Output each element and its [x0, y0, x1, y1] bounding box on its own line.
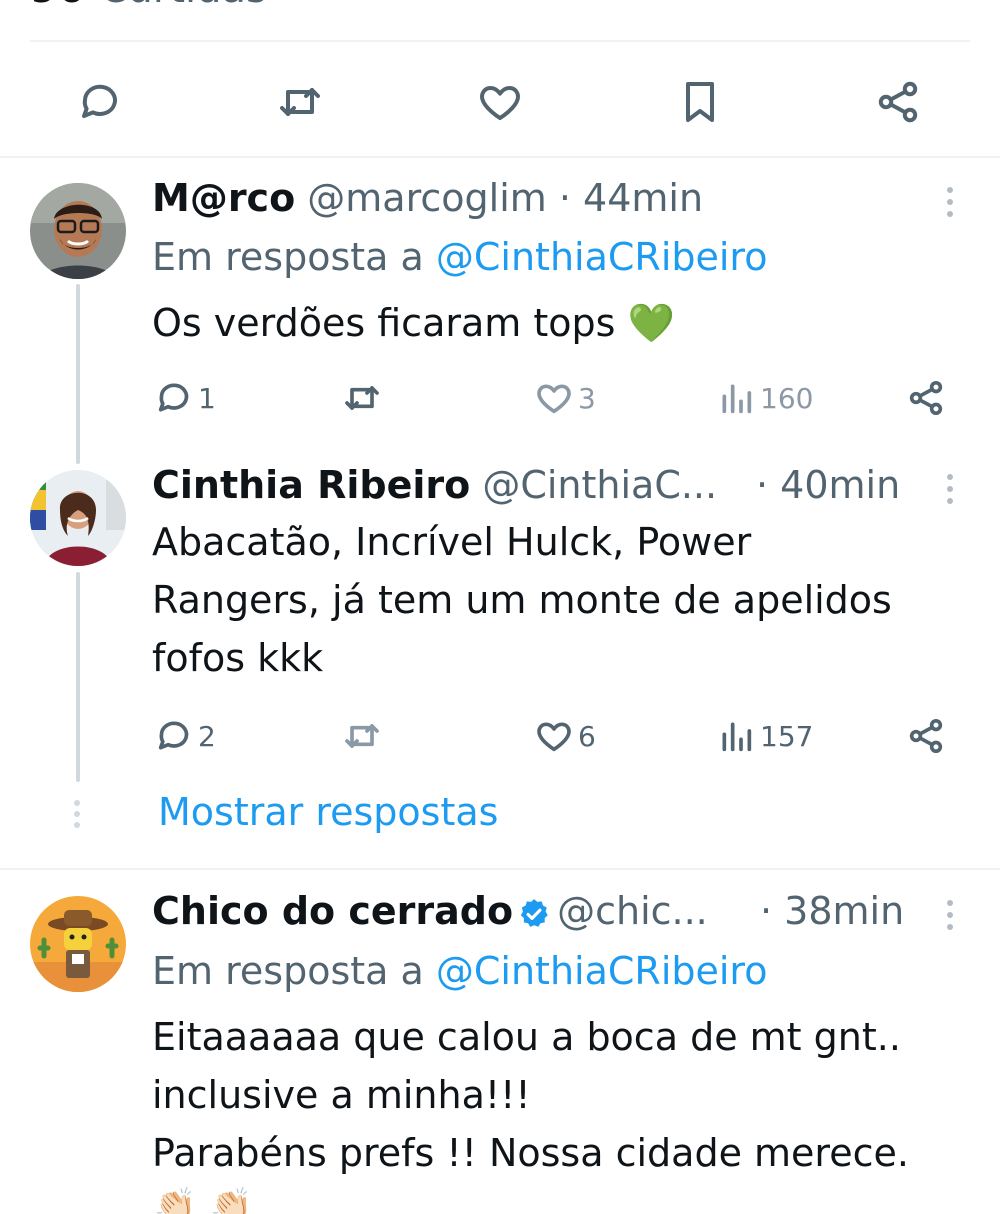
like-count: 3 — [578, 381, 596, 415]
thread-line — [76, 284, 80, 464]
retweet-button[interactable] — [342, 712, 386, 760]
tweet-line: Rangers, já tem um monte de apelidos — [152, 578, 892, 622]
clapping-hands-emoji: 👏🏻 — [210, 1186, 253, 1214]
reply-to-handle[interactable]: @CinthiaCRibeiro — [436, 949, 768, 993]
more-options-button[interactable] — [940, 182, 960, 222]
reply-icon — [158, 383, 189, 412]
author-handle[interactable]: @CinthiaC... — [482, 463, 717, 507]
reply-prefix: Em resposta a — [152, 235, 436, 279]
thread-continuation-dots — [74, 800, 80, 828]
likes-count-stat[interactable]: 90 Curtidas — [30, 0, 267, 12]
clapping-hands-emoji: 👏🏻 — [154, 1186, 197, 1214]
views-icon — [722, 384, 752, 414]
share-icon — [909, 719, 943, 753]
tweet-text: Eitaaaaaa que calou a boca de mt gnt.. i… — [152, 1008, 962, 1182]
main-tweet-action-bar — [0, 60, 1000, 140]
show-replies-link[interactable]: Mostrar respostas — [158, 790, 498, 834]
reply-button[interactable]: 2 — [154, 712, 216, 760]
tweet-line: inclusive a minha!!! — [152, 1073, 531, 1117]
like-button[interactable]: 3 — [534, 374, 596, 422]
share-icon — [909, 381, 943, 415]
tweet-action-bar: 2 6 157 — [150, 712, 950, 760]
divider — [30, 40, 970, 42]
tweet-text: Abacatão, Incrível Hulck, Power Rangers,… — [152, 513, 962, 687]
reply-icon — [82, 84, 117, 118]
tweet-header: Cinthia Ribeiro @CinthiaC... · 40min — [152, 462, 900, 508]
like-button[interactable]: 6 — [534, 712, 596, 760]
author-handle[interactable]: @marcoglim — [307, 176, 547, 220]
reply-context: Em resposta a @CinthiaCRibeiro — [152, 948, 767, 994]
retweet-icon — [345, 386, 379, 410]
divider — [0, 868, 1000, 870]
reply-button[interactable] — [72, 74, 128, 130]
views-icon — [722, 722, 752, 752]
tweet-time[interactable]: · 44min — [559, 176, 703, 220]
more-options-button[interactable] — [940, 469, 960, 509]
tweet-line: Parabéns prefs !! Nossa cidade merece. — [152, 1131, 909, 1175]
green-heart-emoji: 💚 — [627, 301, 675, 345]
tweet-time[interactable]: · 40min — [756, 462, 900, 508]
reply-count: 1 — [198, 381, 216, 415]
avatar[interactable] — [30, 470, 126, 566]
views-count: 157 — [760, 719, 814, 753]
views-button[interactable]: 160 — [716, 374, 813, 422]
retweet-icon — [345, 724, 379, 748]
likes-label: Curtidas — [100, 0, 267, 12]
views-count: 160 — [760, 381, 814, 415]
reply-to-handle[interactable]: @CinthiaCRibeiro — [436, 235, 768, 279]
retweet-button[interactable] — [342, 374, 386, 422]
tweet-line: fofos kkk — [152, 636, 324, 680]
share-button[interactable] — [906, 712, 946, 760]
tweet-line: Abacatão, Incrível Hulck, Power — [152, 520, 752, 564]
author-handle[interactable]: @chic... — [557, 889, 708, 933]
thread-line — [76, 572, 80, 782]
reply-button[interactable]: 1 — [154, 374, 216, 422]
author-name[interactable]: Chico do cerrado — [152, 889, 513, 933]
more-options-button[interactable] — [940, 895, 960, 935]
divider — [0, 156, 1000, 158]
share-button[interactable] — [870, 74, 926, 130]
like-count: 6 — [578, 719, 596, 753]
tweet-action-bar: 1 3 160 — [150, 374, 950, 422]
reply-icon — [158, 721, 189, 750]
author-name[interactable]: Cinthia Ribeiro — [152, 463, 470, 507]
views-button[interactable]: 157 — [716, 712, 813, 760]
verified-badge-icon — [520, 898, 548, 927]
reply-context: Em resposta a @CinthiaCRibeiro — [152, 234, 767, 280]
tweet-header: M@rco @marcoglim · 44min — [152, 175, 703, 221]
tweet-line: Os verdões ficaram tops — [152, 301, 616, 345]
share-button[interactable] — [906, 374, 946, 422]
like-icon — [480, 86, 520, 120]
retweet-icon — [280, 88, 320, 116]
avatar[interactable] — [30, 183, 126, 279]
avatar[interactable] — [30, 896, 126, 992]
bookmark-icon — [686, 82, 714, 122]
retweet-button[interactable] — [272, 74, 328, 130]
like-button[interactable] — [472, 74, 528, 130]
tweet-text: Os verdões ficaram tops 💚 — [152, 294, 962, 352]
tweet-time[interactable]: · 38min — [760, 888, 904, 934]
reply-count: 2 — [198, 719, 216, 753]
reply-prefix: Em resposta a — [152, 949, 436, 993]
like-icon — [537, 722, 571, 752]
tweet-header: Chico do cerrado @chic... · 38min — [152, 888, 904, 934]
bookmark-button[interactable] — [672, 74, 728, 130]
tweet-line: Eitaaaaaa que calou a boca de mt gnt.. — [152, 1015, 901, 1059]
like-icon — [537, 384, 571, 414]
likes-count: 90 — [30, 0, 86, 12]
share-icon — [878, 81, 918, 123]
author-name[interactable]: M@rco — [152, 176, 295, 220]
